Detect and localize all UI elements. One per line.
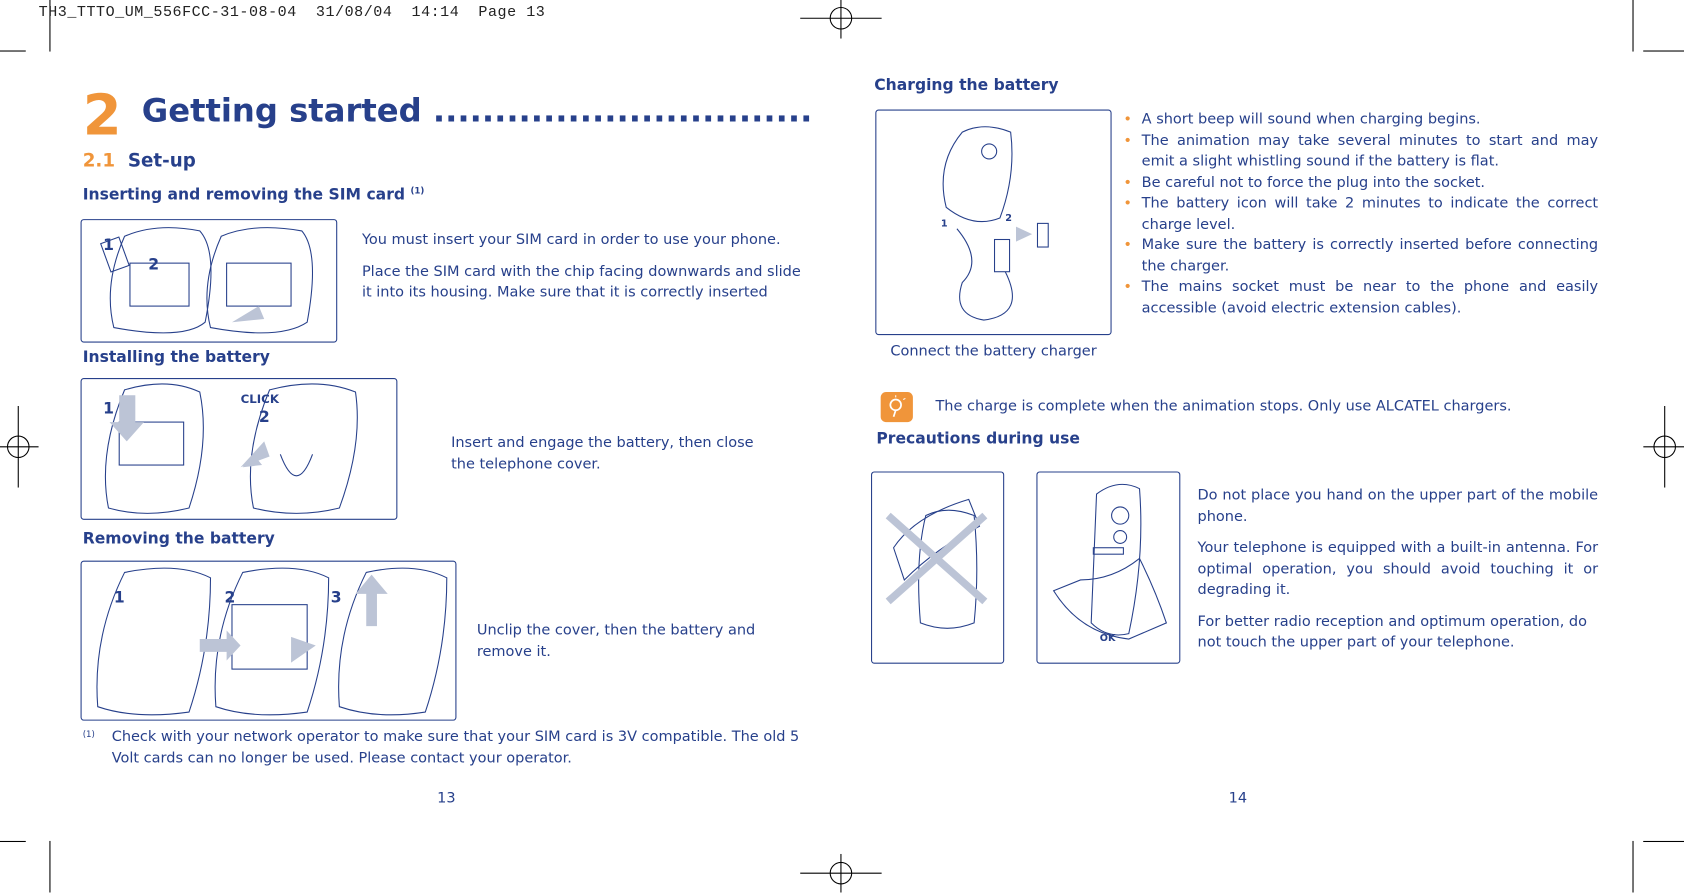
install-illustration: 1 CLICK 2 — [80, 378, 398, 520]
precaution-paragraph: For better radio reception and optimum o… — [1197, 612, 1587, 651]
correct-grip-illustration: OK — [1036, 471, 1181, 664]
chapter-title: Getting started ........................… — [141, 92, 813, 130]
sim-heading: Inserting and removing the SIM card (1) — [82, 185, 425, 204]
charger-caption: Connect the battery charger — [890, 342, 1097, 360]
step-label: 1 — [103, 400, 114, 418]
document-spread: TH3_TTTO_UM_556FCC-31-08-04 31/08/04 14:… — [0, 0, 1684, 893]
footnote-text: Check with your network operator to make… — [111, 728, 800, 767]
registration-mark-icon — [0, 405, 39, 488]
section-number: 2.1 — [82, 150, 116, 172]
crop-mark — [49, 840, 51, 893]
page-number: 13 — [437, 789, 456, 807]
list-item: The battery icon will take 2 minutes to … — [1123, 193, 1598, 235]
install-text: Insert and engage the battery, then clos… — [451, 433, 754, 473]
tip-text: The charge is complete when the animatio… — [935, 397, 1512, 415]
phone-battery-remove-drawing — [96, 567, 448, 716]
phone-charger-drawing — [942, 126, 1049, 321]
lightbulb-icon — [880, 392, 913, 423]
section-title: Set-up — [127, 150, 196, 172]
step-label: 2 — [224, 589, 236, 607]
crop-mark — [0, 50, 26, 52]
crop-mark — [1643, 840, 1684, 843]
sim-paragraph: Place the SIM card with the chip facing … — [361, 262, 801, 301]
remove-heading: Removing the battery — [82, 530, 275, 548]
remove-text: Unclip the cover, then the battery and r… — [476, 621, 756, 660]
step-label: 2 — [1005, 213, 1012, 225]
crop-mark — [1632, 0, 1634, 52]
crop-mark — [1643, 50, 1684, 52]
click-label: CLICK — [240, 392, 280, 406]
step-label: 2 — [258, 409, 270, 427]
step-label: 1 — [103, 237, 114, 255]
ok-label: OK — [1099, 633, 1116, 645]
list-item: Make sure the battery is correctly inser… — [1123, 235, 1598, 277]
phone-battery-install-drawing — [104, 383, 358, 514]
hand-crossed-drawing — [885, 498, 988, 629]
sim-illustration: 1 2 — [80, 219, 338, 343]
wrong-grip-illustration — [871, 471, 1005, 664]
install-heading: Installing the battery — [82, 349, 270, 367]
print-slug: TH3_TTTO_UM_556FCC-31-08-04 31/08/04 14:… — [38, 4, 546, 22]
chapter-number: 2 — [82, 83, 122, 149]
list-item: The animation may take several minutes t… — [1123, 130, 1598, 172]
step-label: 1 — [940, 219, 948, 230]
step-label: 2 — [148, 256, 160, 274]
charging-heading: Charging the battery — [874, 77, 1059, 95]
precaution-paragraph: Do not place you hand on the upper part … — [1197, 486, 1599, 525]
registration-mark-icon — [800, 853, 882, 893]
step-label: 3 — [330, 589, 342, 607]
crop-mark — [0, 840, 26, 843]
list-item: A short beep will sound when charging be… — [1123, 110, 1598, 131]
footnote-ref: (1) — [410, 185, 425, 196]
registration-mark-icon — [800, 0, 882, 39]
sim-paragraph: You must insert your SIM card in order t… — [361, 230, 781, 249]
crop-mark — [1632, 840, 1634, 893]
registration-mark-icon — [1643, 405, 1684, 488]
page-number: 14 — [1228, 789, 1248, 807]
precaution-paragraph: Your telephone is equipped with a built-… — [1197, 539, 1599, 599]
charging-bullets: A short beep will sound when charging be… — [1123, 110, 1598, 319]
footnote-marker: (1) — [82, 729, 95, 739]
precautions-heading: Precautions during use — [876, 430, 1080, 448]
charger-illustration: 1 2 — [875, 109, 1112, 336]
remove-illustration: 1 2 3 — [80, 560, 457, 721]
phone-sim-drawing — [100, 227, 314, 334]
list-item: The mains socket must be near to the pho… — [1123, 277, 1598, 319]
list-item: Be careful not to force the plug into th… — [1123, 172, 1598, 193]
step-label: 1 — [113, 589, 125, 607]
